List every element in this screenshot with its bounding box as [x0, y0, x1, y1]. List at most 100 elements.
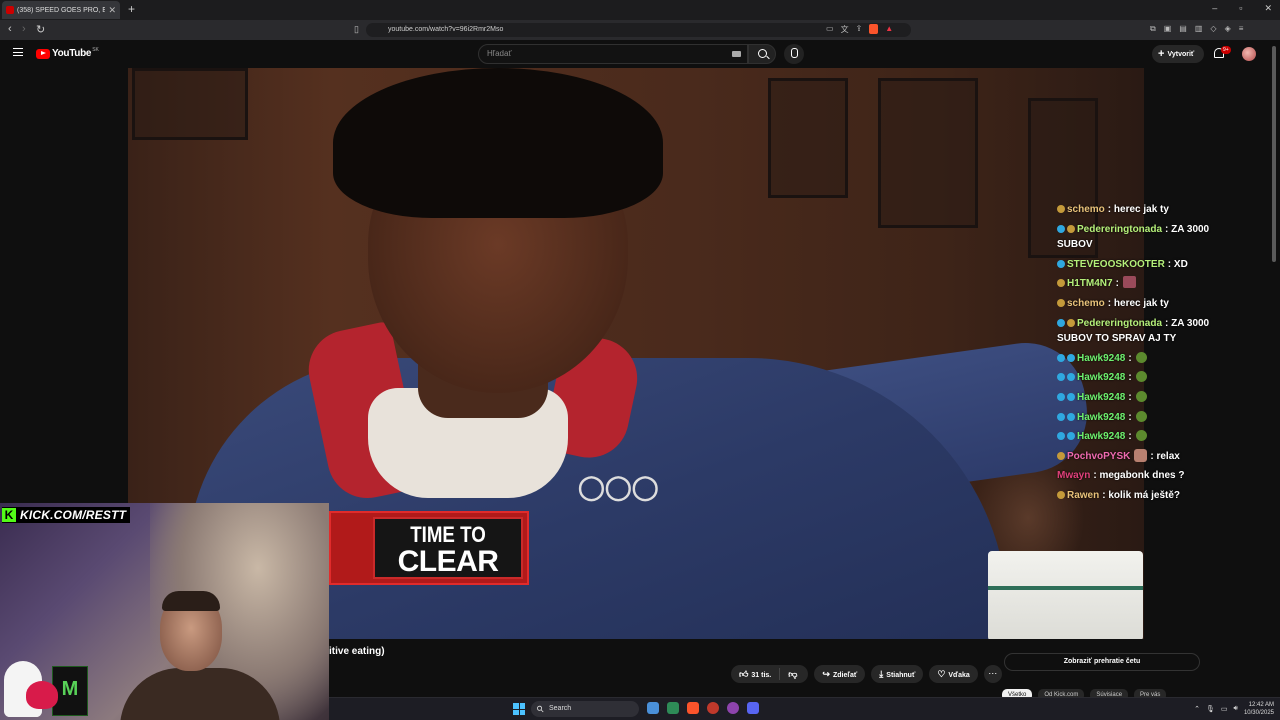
cat-emote-icon — [1134, 448, 1148, 462]
bookmark-icon[interactable]: ▯ — [354, 24, 359, 35]
windows-taskbar: Search ⌃ 🎙︎ ▭ 🔊︎ 12:42 AM 10/30/2025 — [329, 697, 1280, 720]
voice-search-button[interactable] — [784, 44, 804, 64]
chat-message: Hawk9248: — [1057, 351, 1232, 367]
banner-line2: CLEAR — [397, 545, 499, 578]
chat-username[interactable]: schemo — [1067, 298, 1105, 309]
maximize-button[interactable]: ▫ — [1239, 3, 1242, 14]
chat-text: : herec jak ty — [1107, 204, 1169, 215]
chat-username[interactable]: schemo — [1067, 204, 1105, 215]
rewards-icon[interactable]: ▲ — [885, 24, 893, 35]
menu-icon[interactable]: ≡ — [1239, 24, 1244, 34]
chat-text: : megabonk dnes ? — [1093, 470, 1185, 482]
chat-username[interactable]: Rawen — [1067, 490, 1099, 501]
like-dislike-group: 👍︎ 31 tis. 👎︎ — [731, 665, 809, 683]
taskbar-search[interactable]: Search — [531, 701, 639, 717]
chat-username[interactable]: STEVEOOSKOOTER — [1067, 259, 1165, 270]
show-chat-replay-button[interactable]: Zobraziť prehratie četu — [1004, 653, 1200, 671]
reload-icon[interactable]: ↻ — [36, 23, 45, 36]
chat-message: Mwayn: megabonk dnes ? — [1057, 468, 1232, 484]
download-icon: ⤓ — [879, 669, 884, 679]
volume-icon[interactable]: 🔊︎ — [1234, 705, 1238, 713]
task-view-icon[interactable] — [647, 702, 659, 714]
wallet-icon[interactable]: ◇ — [1210, 24, 1216, 34]
translate-icon[interactable]: 文 — [841, 24, 849, 35]
chat-username[interactable]: Pedereringtonada — [1077, 224, 1162, 235]
chat-username[interactable]: Hawk9248 — [1077, 431, 1125, 442]
search-button[interactable] — [748, 44, 776, 64]
sub-badge-icon — [1057, 353, 1065, 362]
tray-overflow-icon[interactable]: ⌃ — [1194, 705, 1200, 713]
download-button[interactable]: ⤓ Stiahnuť — [871, 665, 924, 683]
chat-username[interactable]: PochvoPYSK — [1067, 451, 1130, 462]
ball-emote-icon — [1135, 430, 1147, 442]
close-window-button[interactable]: ✕ — [1264, 3, 1272, 14]
windows-start-icon[interactable] — [513, 703, 525, 715]
discord-icon[interactable] — [747, 702, 759, 714]
cast-icon[interactable]: ▭ — [826, 24, 834, 35]
plus-icon: + — [1158, 48, 1165, 60]
chat-text: : — [1128, 372, 1132, 384]
sub-badge-icon — [1067, 392, 1075, 401]
url-actions: ▭ 文 ⇪ ▲ — [826, 24, 893, 35]
menu-hamburger-icon[interactable] — [13, 48, 23, 56]
chat-message: Rawen: kolik má ještě? — [1057, 488, 1232, 504]
tab-title: (358) SPEED GOES PRO, EPIC — [17, 6, 106, 14]
network-icon[interactable]: ▭ — [1221, 705, 1228, 713]
keyboard-icon[interactable] — [732, 51, 741, 57]
olympic-rings-icon: ◯◯◯ — [578, 474, 659, 501]
chat-message: Hawk9248: — [1057, 390, 1232, 406]
time-to-clear-banner: TIME TO CLEAR — [329, 511, 529, 585]
chat-username[interactable]: Hawk9248 — [1077, 353, 1125, 364]
app-icon[interactable] — [727, 702, 739, 714]
sub-badge-icon — [1057, 373, 1065, 382]
dislike-button[interactable]: 👎︎ — [780, 665, 808, 683]
chat-text: : — [1128, 391, 1132, 403]
webcam-overlay: M — [0, 503, 329, 720]
thanks-label: Vďaka — [948, 672, 970, 679]
brave-browser-icon[interactable] — [687, 702, 699, 714]
like-button[interactable]: 👍︎ 31 tis. — [731, 665, 779, 683]
tab-close-icon[interactable]: ✕ — [108, 5, 116, 16]
browser-tab[interactable]: (358) SPEED GOES PRO, EPIC ✕ — [2, 1, 120, 19]
region-code: SK — [92, 46, 99, 53]
vpn-icon[interactable]: ◈ — [1225, 24, 1231, 34]
search-input[interactable]: Hľadať — [478, 44, 748, 64]
share-button[interactable]: ↪ Zdieľať — [814, 665, 866, 683]
fan-badge-icon — [1057, 205, 1065, 213]
account-avatar[interactable] — [1242, 47, 1256, 61]
back-icon[interactable]: ‹ — [8, 23, 12, 35]
tabs-icon[interactable]: ▥ — [1195, 24, 1203, 34]
sub-badge-icon — [1057, 392, 1065, 401]
sidebar-toggle-icon[interactable]: ▤ — [1179, 24, 1187, 34]
chat-username[interactable]: H1TM4N7 — [1067, 278, 1113, 289]
extension-icon[interactable]: ▣ — [1164, 24, 1172, 34]
chat-message: STEVEOOSKOOTER: XD — [1057, 257, 1232, 273]
new-tab-button[interactable]: + — [128, 2, 135, 16]
more-actions-button[interactable]: ⋯ — [983, 665, 1002, 683]
page-scrollbar[interactable] — [1272, 46, 1276, 262]
share-label: Zdieľať — [832, 672, 858, 679]
system-tray: ⌃ 🎙︎ ▭ 🔊︎ 12:42 AM 10/30/2025 — [1194, 701, 1274, 717]
taskbar-clock[interactable]: 12:42 AM 10/30/2025 — [1244, 701, 1274, 717]
create-button[interactable]: + Vytvoriť — [1152, 45, 1204, 63]
chat-username[interactable]: Hawk9248 — [1077, 412, 1125, 423]
minimize-button[interactable]: – — [1212, 3, 1217, 14]
extension-icon[interactable]: ⧉ — [1150, 24, 1156, 34]
chat-text: : kolik má ještě? — [1102, 489, 1181, 501]
ball-emote-icon — [1135, 390, 1147, 402]
sub-badge-icon — [1067, 353, 1075, 362]
chat-username[interactable]: Hawk9248 — [1077, 372, 1125, 383]
extension-icons: ⧉ ▣ ▤ ▥ ◇ ◈ ≡ — [1150, 24, 1243, 34]
chat-username[interactable]: Mwayn — [1057, 470, 1090, 481]
thanks-button[interactable]: ♡ Vďaka — [929, 665, 978, 683]
chat-text: : — [1128, 411, 1132, 423]
brave-shield-icon[interactable] — [869, 24, 879, 34]
chat-username[interactable]: Pedereringtonada — [1077, 318, 1162, 329]
chrome-icon[interactable] — [707, 702, 719, 714]
youtube-logo[interactable]: YouTube SK — [36, 46, 99, 59]
mic-icon[interactable]: 🎙︎ — [1206, 705, 1215, 713]
share-page-icon[interactable]: ⇪ — [856, 24, 863, 35]
excel-icon[interactable] — [667, 702, 679, 714]
forward-icon[interactable]: › — [22, 23, 26, 35]
chat-username[interactable]: Hawk9248 — [1077, 392, 1125, 403]
